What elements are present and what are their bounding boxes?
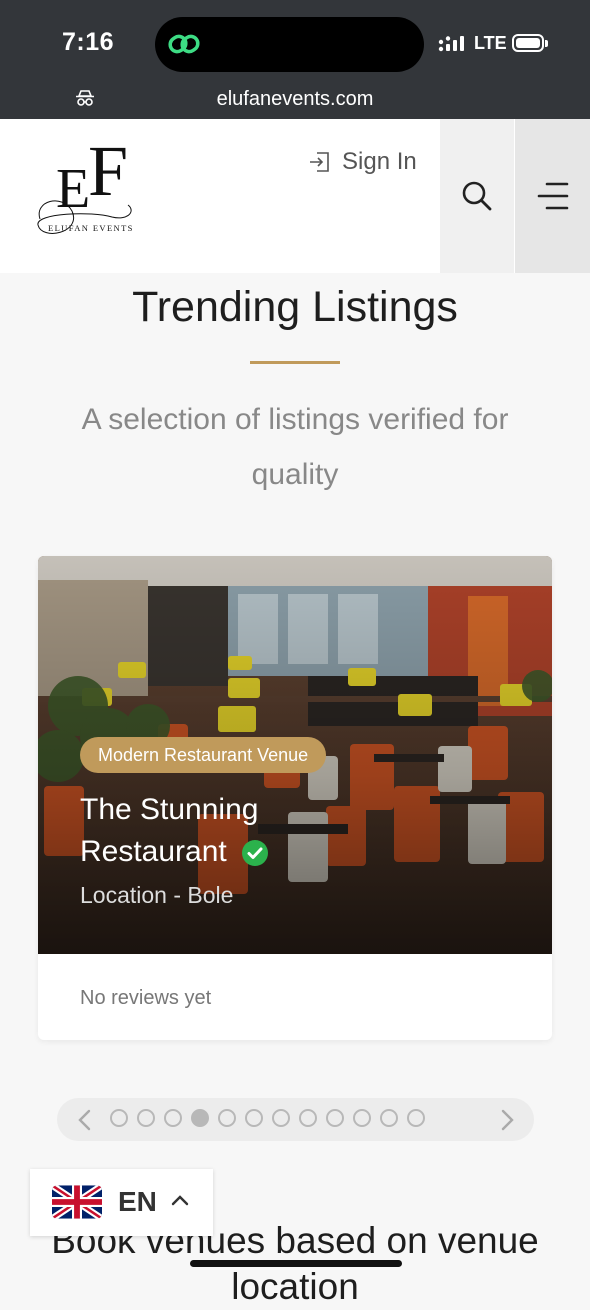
category-badge[interactable]: Modern Restaurant Venue bbox=[80, 737, 327, 773]
pagination-dot[interactable] bbox=[353, 1109, 371, 1127]
listing-card[interactable]: Modern Restaurant Venue The Stunning Res… bbox=[38, 556, 552, 1040]
battery-icon bbox=[512, 34, 548, 52]
search-icon bbox=[462, 181, 492, 211]
network-type: LTE bbox=[474, 33, 507, 53]
pagination-dot[interactable] bbox=[380, 1109, 398, 1127]
elufan-events-logo[interactable]: E F ELUFAN EVENTS bbox=[32, 141, 154, 249]
language-code: EN bbox=[118, 1186, 157, 1217]
menu-button[interactable] bbox=[515, 119, 590, 273]
carousel-pagination bbox=[57, 1098, 534, 1141]
language-selector[interactable]: EN bbox=[30, 1169, 213, 1236]
status-time: 7:16 bbox=[62, 28, 115, 56]
pagination-dot[interactable] bbox=[164, 1109, 182, 1127]
svg-text:ELUFAN EVENTS: ELUFAN EVENTS bbox=[48, 223, 134, 233]
search-button[interactable] bbox=[440, 119, 514, 273]
status-bar: 7:16 LTE elufanevents.com bbox=[0, 0, 590, 119]
section-title: Trending Listings bbox=[132, 283, 458, 331]
uk-flag-icon bbox=[52, 1185, 102, 1219]
link-icon bbox=[168, 34, 200, 54]
pagination-dot[interactable] bbox=[245, 1109, 263, 1127]
listing-title[interactable]: The Stunning Restaurant bbox=[80, 789, 380, 873]
signal-icon bbox=[438, 36, 464, 52]
chevron-left-icon[interactable] bbox=[75, 1108, 95, 1132]
pagination-dot[interactable] bbox=[326, 1109, 344, 1127]
home-indicator bbox=[190, 1260, 402, 1267]
sign-in-link[interactable]: Sign In bbox=[308, 145, 417, 179]
menu-icon bbox=[537, 182, 568, 210]
reviews-text: No reviews yet bbox=[80, 987, 212, 1009]
svg-text:E: E bbox=[56, 158, 90, 220]
sign-in-icon bbox=[310, 152, 329, 172]
sign-in-label: Sign In bbox=[342, 148, 417, 175]
pagination-dots bbox=[110, 1109, 425, 1127]
section-subtitle: A selection of listings verified for qua… bbox=[81, 403, 509, 491]
title-divider bbox=[250, 361, 340, 364]
chevron-right-icon[interactable] bbox=[497, 1108, 517, 1132]
pagination-dot[interactable] bbox=[218, 1109, 236, 1127]
pagination-dot[interactable] bbox=[299, 1109, 317, 1127]
address-bar-url[interactable]: elufanevents.com bbox=[0, 88, 590, 111]
listing-location: Location - Bole bbox=[80, 882, 234, 908]
pagination-dot[interactable] bbox=[191, 1109, 209, 1127]
pagination-dot[interactable] bbox=[110, 1109, 128, 1127]
chevron-up-icon bbox=[171, 1195, 189, 1206]
pagination-dot[interactable] bbox=[272, 1109, 290, 1127]
listing-title-text: The Stunning Restaurant bbox=[80, 793, 259, 868]
dynamic-island bbox=[155, 17, 424, 72]
svg-text:F: F bbox=[88, 141, 128, 211]
pagination-dot[interactable] bbox=[137, 1109, 155, 1127]
site-header: E F ELUFAN EVENTS Sign In bbox=[0, 119, 590, 273]
verified-icon bbox=[242, 840, 269, 867]
pagination-dot[interactable] bbox=[407, 1109, 425, 1127]
